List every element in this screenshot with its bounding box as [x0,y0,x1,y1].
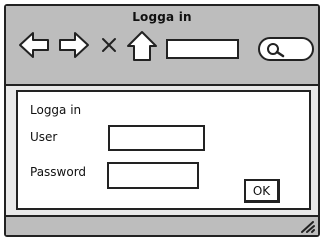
password-label: Password [30,165,87,179]
right-arrow-icon[interactable] [58,30,90,60]
password-field[interactable] [107,162,199,189]
status-bar [6,215,318,235]
title-bar: Logga in [6,6,318,86]
login-panel: Logga in User Password OK [16,90,311,210]
resize-grip-icon[interactable] [301,221,315,233]
search-input[interactable] [258,37,314,61]
user-label: User [30,130,58,144]
browser-window: Logga in Logga in User Password OK [4,4,320,237]
ok-button[interactable]: OK [244,179,280,203]
home-icon[interactable] [126,30,158,62]
search-icon [267,43,285,58]
left-arrow-icon[interactable] [18,30,50,60]
window-title: Logga in [132,10,192,24]
user-field[interactable] [108,125,205,151]
login-heading: Logga in [30,103,82,117]
close-icon[interactable] [100,36,118,54]
address-input[interactable] [166,39,239,59]
